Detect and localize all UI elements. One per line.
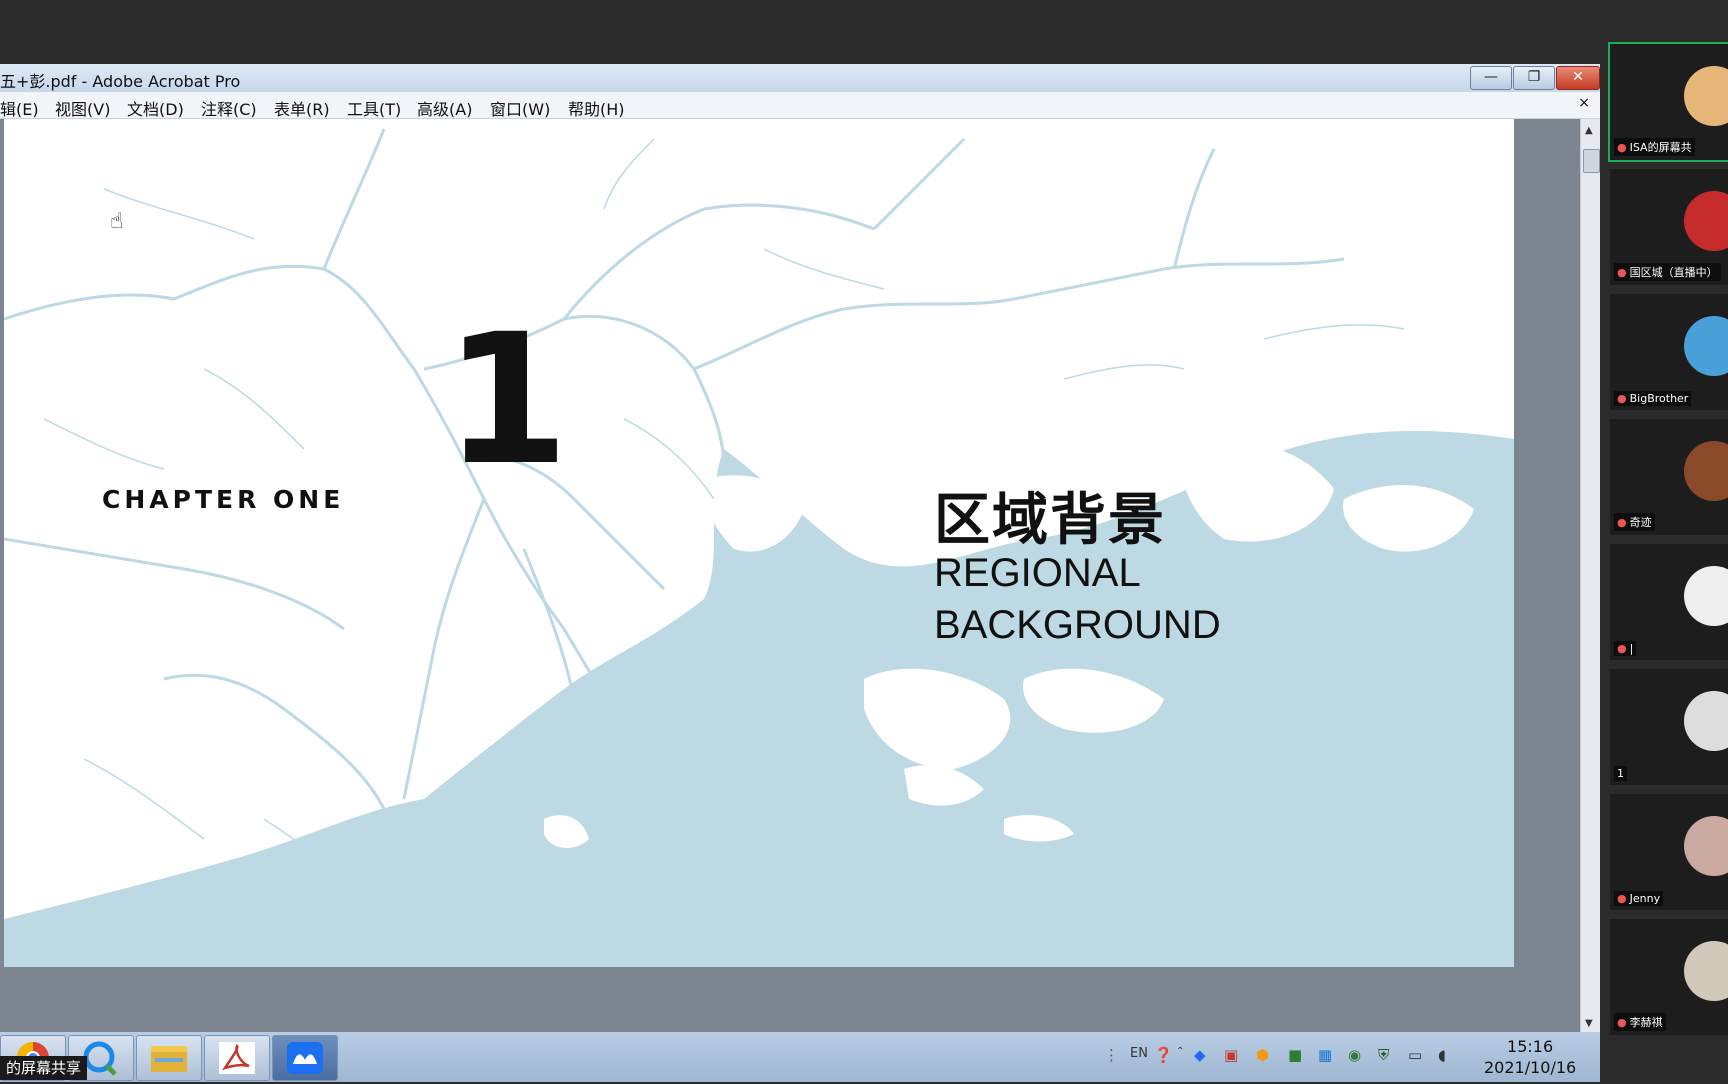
security-icon[interactable]: ⬢	[1256, 1046, 1269, 1064]
title-english-line2: BACKGROUND	[934, 603, 1221, 647]
menu-view[interactable]: 视图(V)	[55, 96, 110, 120]
mic-muted-icon: ●	[1617, 1016, 1627, 1029]
participant-panel: ● ISA的屏幕共 ● 国区城（直播中） ● BigBrother ● 奇迹 ● | 1 …	[1600, 0, 1728, 1080]
vertical-scrollbar[interactable]: ▲ ▼	[1580, 119, 1601, 1033]
participant-tile[interactable]: ● 李赫祺	[1610, 919, 1728, 1035]
participant-tile[interactable]: ● BigBrother	[1610, 294, 1728, 410]
menu-document[interactable]: 文档(D)	[127, 96, 184, 120]
minimize-button[interactable]: —	[1470, 66, 1512, 90]
tray-grip-icon: ⋮	[1104, 1046, 1119, 1064]
participant-tile[interactable]: ● 国区城（直播中）	[1610, 169, 1728, 285]
participant-tile[interactable]: ● ISA的屏幕共	[1608, 42, 1728, 162]
clock-time: 15:16	[1507, 1037, 1554, 1056]
screen-share-label: 的屏幕共享	[0, 1056, 88, 1080]
chapter-label: CHAPTER ONE	[102, 485, 345, 514]
tray-expand-icon[interactable]: ⌃	[1176, 1046, 1184, 1057]
participant-name: ● 李赫祺	[1614, 1013, 1666, 1031]
document-close-icon[interactable]: ×	[1578, 95, 1590, 111]
pdf-page[interactable]: ☝ CHAPTER ONE 1 区域背景 REGIONAL BACKGROUND	[4, 119, 1514, 967]
hand-cursor-icon: ☝	[110, 209, 124, 234]
file-explorer-icon[interactable]	[136, 1035, 202, 1081]
network-icon[interactable]: ▭	[1408, 1046, 1422, 1064]
menu-edit[interactable]: 辑(E)	[0, 96, 39, 120]
acrobat-icon[interactable]	[204, 1035, 270, 1081]
participant-name: ● Jenny	[1614, 891, 1664, 906]
scroll-up-icon[interactable]: ▲	[1585, 125, 1593, 136]
taskbar: ⋮ EN ❓ ⌃ ◆ ▣ ⬢ ■ ▦ ◉ ⛨ ▭ ◖ 15:16 2021/10…	[0, 1032, 1600, 1082]
participant-tile[interactable]: ● Jenny	[1610, 794, 1728, 910]
clock[interactable]: 15:16 2021/10/16	[1484, 1036, 1576, 1078]
avatar	[1684, 441, 1728, 501]
clock-date: 2021/10/16	[1484, 1058, 1577, 1077]
window-title: 五+彭.pdf - Adobe Acrobat Pro	[0, 72, 241, 91]
mic-muted-icon: ●	[1617, 642, 1627, 655]
avatar	[1684, 66, 1728, 126]
menu-forms[interactable]: 表单(R)	[274, 96, 330, 120]
document-area[interactable]: ☝ CHAPTER ONE 1 区域背景 REGIONAL BACKGROUND…	[0, 119, 1601, 1033]
avatar	[1684, 941, 1728, 1001]
participant-name: ● BigBrother	[1614, 391, 1692, 406]
scroll-down-icon[interactable]: ▼	[1585, 1018, 1593, 1029]
qq-tray-icon[interactable]: ◉	[1348, 1046, 1361, 1064]
tray-window-icon[interactable]: ▦	[1318, 1046, 1332, 1064]
menu-tools[interactable]: 工具(T)	[347, 96, 401, 120]
tencent-meeting-icon[interactable]	[272, 1035, 338, 1081]
mic-muted-icon: ●	[1617, 392, 1627, 405]
mic-muted-icon: ●	[1617, 516, 1627, 529]
shield-icon[interactable]: ⛨	[1378, 1046, 1389, 1064]
menu-comments[interactable]: 注释(C)	[201, 96, 257, 120]
title-chinese: 区域背景	[934, 488, 1166, 553]
participant-name: ● 国区城（直播中）	[1614, 263, 1721, 281]
acrobat-window: 五+彭.pdf - Adobe Acrobat Pro — ❐ ✕ 辑(E) 视…	[0, 64, 1601, 1082]
tray-app-icon[interactable]: ▣	[1224, 1046, 1238, 1064]
avatar	[1684, 691, 1728, 751]
avatar	[1684, 316, 1728, 376]
mic-muted-icon: ●	[1617, 892, 1627, 905]
avatar	[1684, 566, 1728, 626]
close-button[interactable]: ✕	[1556, 66, 1600, 90]
menu-bar: 辑(E) 视图(V) 文档(D) 注释(C) 表单(R) 工具(T) 高级(A)…	[0, 92, 1600, 119]
avatar	[1684, 191, 1728, 251]
meeting-tray-icon[interactable]: ◆	[1194, 1046, 1206, 1064]
participant-name: 1	[1614, 766, 1627, 781]
title-bar: 五+彭.pdf - Adobe Acrobat Pro — ❐ ✕	[0, 64, 1600, 92]
volume-icon[interactable]: ◖	[1438, 1046, 1446, 1064]
menu-advanced[interactable]: 高级(A)	[417, 96, 472, 120]
participant-name: ● 奇迹	[1614, 513, 1655, 531]
participant-name: ● |	[1614, 641, 1637, 656]
title-english-line1: REGIONAL	[934, 551, 1141, 595]
mic-muted-icon: ●	[1617, 266, 1627, 279]
menu-window[interactable]: 窗口(W)	[490, 96, 550, 120]
avatar	[1684, 816, 1728, 876]
help-icon[interactable]: ❓	[1154, 1046, 1173, 1064]
scroll-thumb[interactable]	[1583, 149, 1600, 173]
participant-name: ● ISA的屏幕共	[1614, 138, 1695, 156]
title-english: REGIONAL BACKGROUND	[934, 547, 1221, 651]
restore-button[interactable]: ❐	[1513, 66, 1555, 90]
participant-tile[interactable]: ● |	[1610, 544, 1728, 660]
language-indicator[interactable]: EN	[1130, 1046, 1148, 1061]
mic-icon: ●	[1617, 141, 1627, 154]
top-dark-area	[0, 0, 1600, 64]
nvidia-icon[interactable]: ■	[1288, 1046, 1302, 1064]
participant-tile[interactable]: ● 奇迹	[1610, 419, 1728, 535]
menu-help[interactable]: 帮助(H)	[568, 96, 625, 120]
participant-tile[interactable]: 1	[1610, 669, 1728, 785]
chapter-number: 1	[444, 296, 570, 505]
map-background	[4, 119, 1514, 967]
